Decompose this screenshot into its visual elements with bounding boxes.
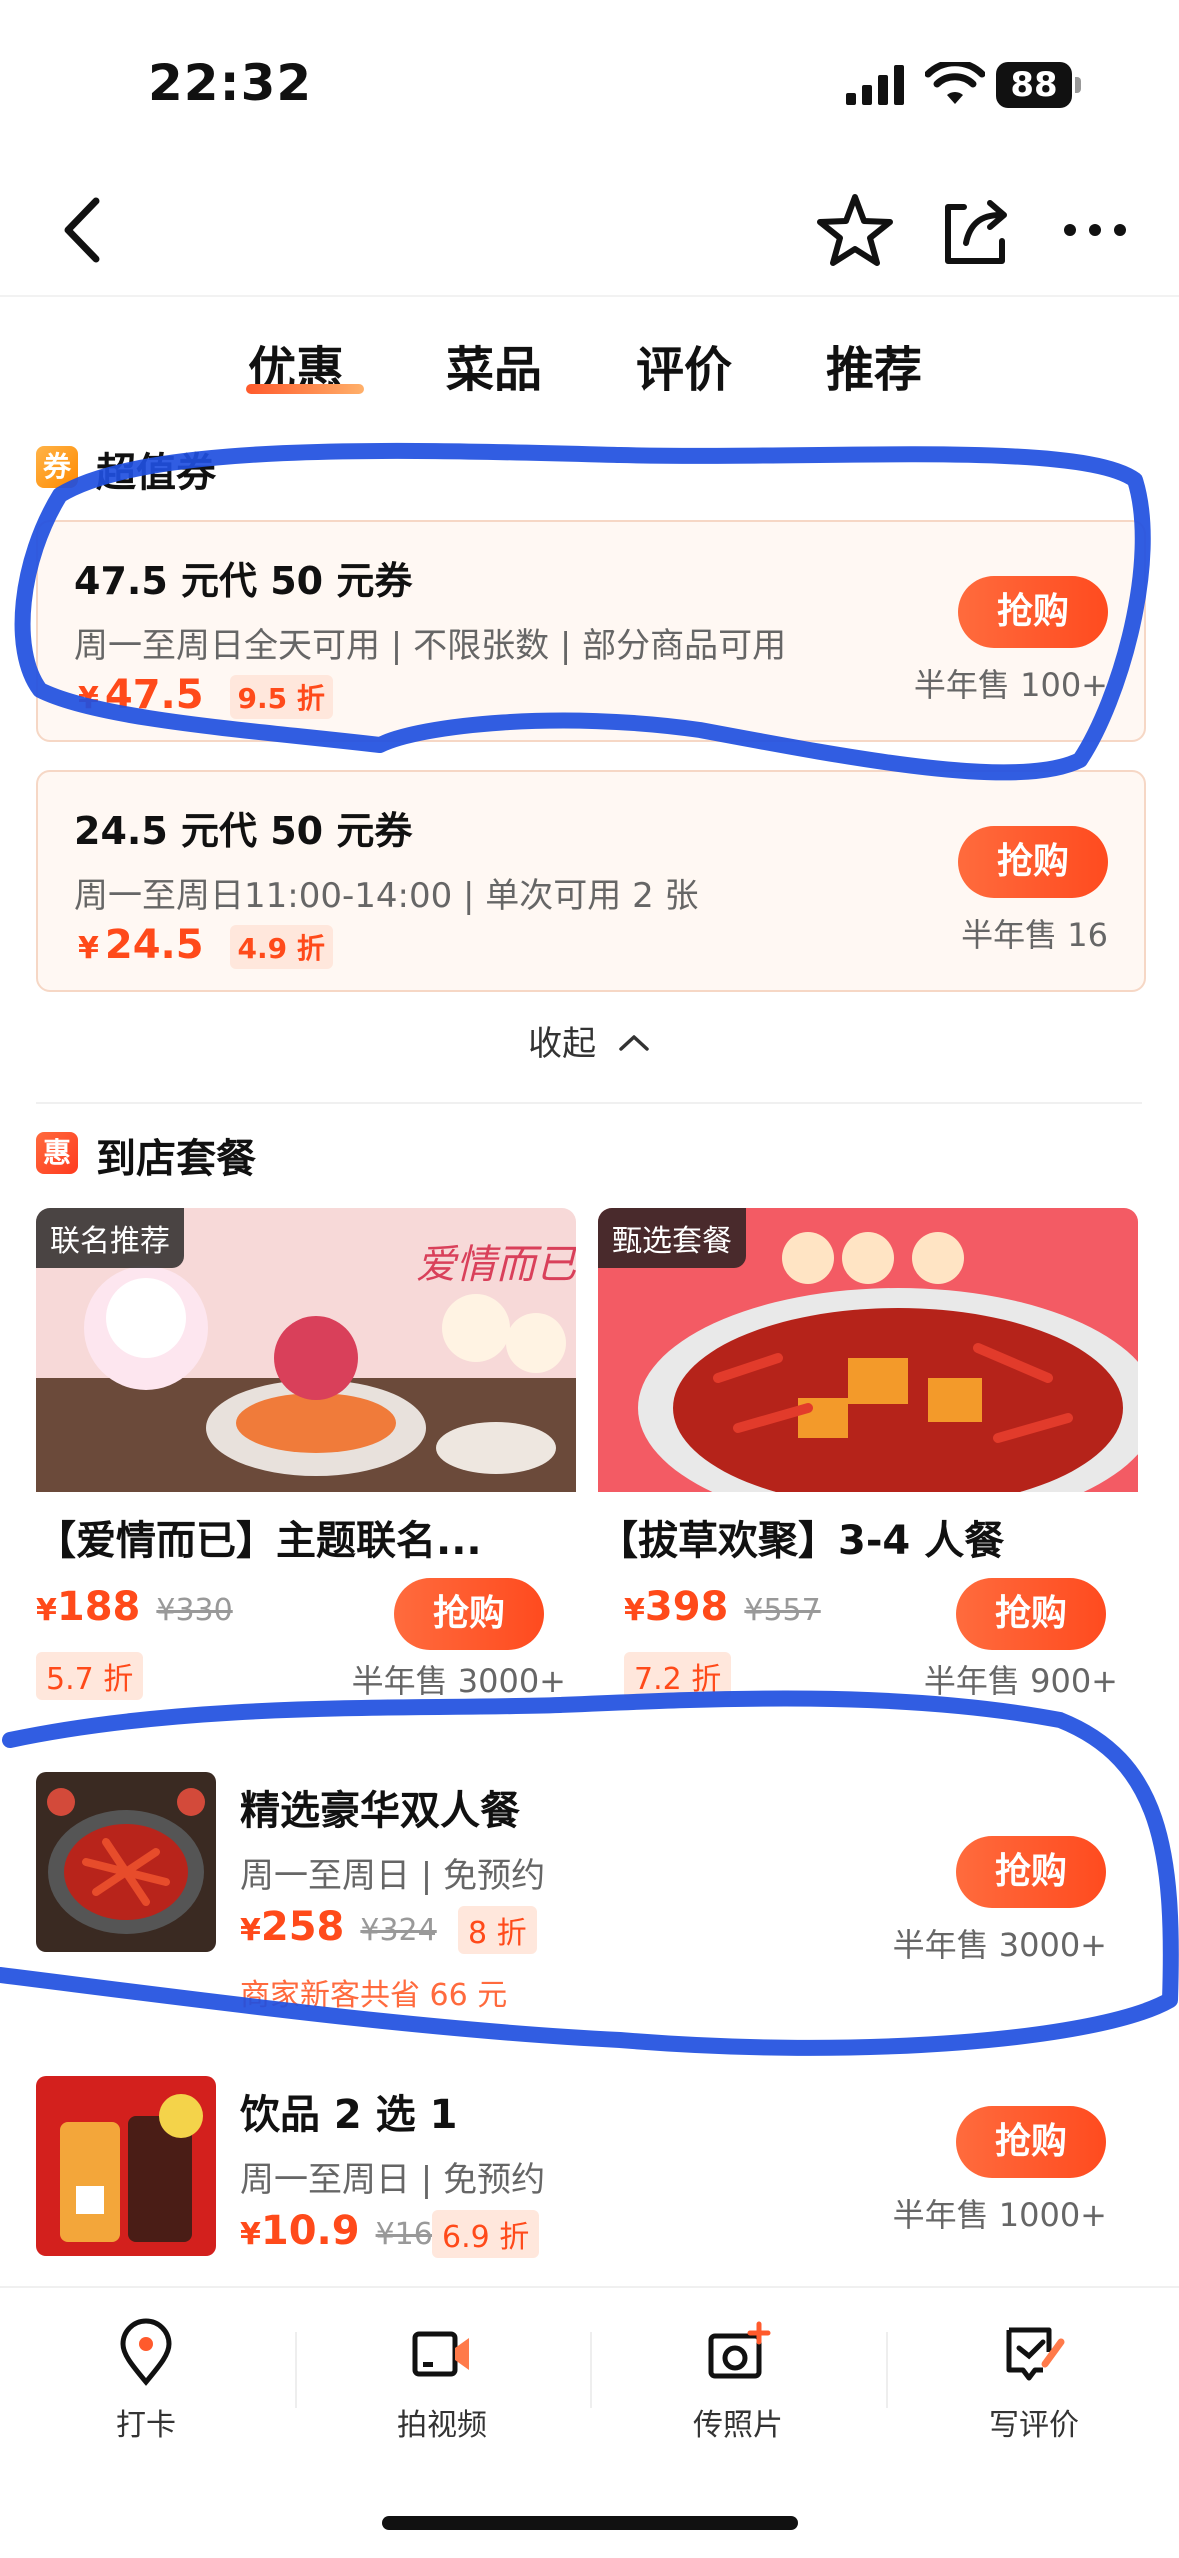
record-video-label: 拍视频 [397,2408,487,2443]
svg-text:爱情而已: 爱情而已 [416,1242,576,1288]
package-thumb-couple-set [36,1772,216,1952]
tab-bar: 优惠 菜品 评价 推荐 [0,290,1179,420]
package-row[interactable]: 饮品 2 选 1 周一至周日 | 免预约 ¥10.9 ¥16 6.9 折 抢购 半… [0,2064,1179,2274]
share-icon[interactable] [930,185,1020,275]
sold-count: 半年售 3000+ [892,1926,1107,1964]
section-title-vouchers: 超值券 [96,450,216,496]
wifi-icon [925,62,985,104]
buy-button[interactable]: 抢购 [958,826,1108,898]
back-arrow-icon[interactable] [40,185,130,275]
tab-dishes[interactable]: 菜品 [446,330,542,400]
card-title: 【拔草欢聚】3-4 人餐 [598,1518,1005,1564]
package-card[interactable]: 爱情而已 联名推荐 【爱情而已】主题联名... ¥188 ¥330 5.7 折 抢… [36,1208,576,1728]
add-photo-icon [708,2321,771,2379]
record-video-button[interactable]: 拍视频 [332,2318,552,2444]
deal-badge-icon: 惠 [36,1132,78,1174]
favorite-star-icon[interactable] [810,185,900,275]
sold-count: 半年售 1000+ [892,2196,1107,2234]
write-review-icon [1006,2327,1065,2381]
battery-icon: 88 [996,62,1082,108]
row-price: ¥258 ¥324 [240,1904,437,1950]
original-price: ¥557 [744,1593,821,1628]
sold-count: 半年售 3000+ [351,1662,566,1700]
card-tag: 甄选套餐 [598,1208,746,1268]
voucher-conditions: 周一至周日11:00-14:00 | 单次可用 2 张 [74,876,699,916]
bar-separator [886,2332,888,2408]
new-customer-saving: 商家新客共省 66 元 [240,1978,508,2013]
card-price: ¥188 ¥330 [36,1584,233,1630]
bar-separator [295,2332,297,2408]
row-title: 饮品 2 选 1 [240,2092,458,2138]
buy-button[interactable]: 抢购 [956,1836,1106,1908]
more-options-icon[interactable] [1050,185,1140,275]
status-time: 22:32 [148,54,313,112]
voucher-title: 24.5 元代 50 元券 [74,809,413,853]
row-conditions: 周一至周日 | 免预约 [240,1856,546,1896]
section-divider [36,1102,1142,1104]
video-camera-icon [412,2331,469,2377]
row-title: 精选豪华双人餐 [240,1788,520,1834]
home-indicator [382,2516,798,2530]
tab-reviews[interactable]: 评价 [636,330,732,400]
chevron-up-icon [619,1035,649,1051]
section-title-packages: 到店套餐 [96,1136,256,1182]
buy-button[interactable]: 抢购 [956,2106,1106,2178]
voucher-price: ¥47.5 9.5 折 [78,672,333,719]
write-review-label: 写评价 [989,2408,1079,2443]
upload-photo-button[interactable]: 传照片 [628,2318,848,2444]
original-price: ¥324 [360,1913,437,1948]
voucher-badge-icon: 券 [36,446,78,488]
voucher-card[interactable]: 24.5 元代 50 元券 周一至周日11:00-14:00 | 单次可用 2 … [36,770,1146,992]
package-row[interactable]: 精选豪华双人餐 周一至周日 | 免预约 ¥258 ¥324 8 折 商家新客共省 … [0,1760,1179,2013]
card-title: 【爱情而已】主题联名... [36,1518,482,1564]
buy-button[interactable]: 抢购 [956,1578,1106,1650]
card-price: ¥398 ¥557 [624,1584,821,1630]
sold-count: 半年售 900+ [923,1662,1118,1700]
collapse-label: 收起 [528,1024,597,1064]
row-price: ¥10.9 ¥16 [240,2208,433,2254]
discount-badge: 9.5 折 [229,675,333,719]
location-pin-icon [120,2318,172,2386]
discount-badge: 4.9 折 [229,925,333,969]
upload-photo-label: 传照片 [693,2408,783,2443]
original-price: ¥16 [375,2217,433,2252]
checkin-button[interactable]: 打卡 [36,2318,256,2444]
discount-badge: 7.2 折 [624,1652,732,1700]
buy-button[interactable]: 抢购 [958,576,1108,648]
sold-count: 半年售 100+ [913,666,1108,704]
bar-separator [590,2332,592,2408]
card-tag: 联名推荐 [36,1208,184,1268]
active-tab-indicator [246,384,364,394]
checkin-label: 打卡 [116,2408,176,2443]
voucher-title: 47.5 元代 50 元券 [74,559,413,603]
buy-button[interactable]: 抢购 [394,1578,544,1650]
collapse-toggle[interactable]: 收起 [0,1016,1179,1065]
battery-level: 88 [996,62,1072,108]
discount-badge: 8 折 [458,1906,537,1954]
tab-recommend[interactable]: 推荐 [826,330,922,400]
voucher-card[interactable]: 47.5 元代 50 元券 周一至周日全天可用 | 不限张数 | 部分商品可用 … [36,520,1146,742]
sold-count: 半年售 16 [961,916,1108,954]
discount-badge: 6.9 折 [432,2210,540,2258]
package-card[interactable]: 甄选套餐 【拔草欢聚】3-4 人餐 ¥398 ¥557 7.2 折 抢购 半年售 … [598,1208,1138,1728]
row-conditions: 周一至周日 | 免预约 [240,2160,546,2200]
write-review-button[interactable]: 写评价 [924,2318,1144,2444]
package-thumb-drinks [36,2076,216,2256]
discount-badge: 5.7 折 [36,1652,144,1700]
voucher-price: ¥24.5 4.9 折 [78,922,333,969]
cell-signal-icon [846,65,904,105]
voucher-conditions: 周一至周日全天可用 | 不限张数 | 部分商品可用 [74,626,787,666]
original-price: ¥330 [156,1593,233,1628]
